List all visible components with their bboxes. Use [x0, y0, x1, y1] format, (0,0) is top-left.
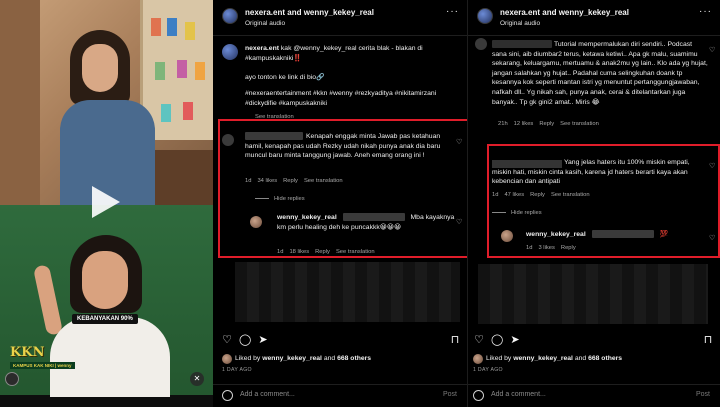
liked-by[interactable]: Liked by wenny_kekey_real and 668 others [235, 355, 371, 362]
video-player[interactable]: KEBANYAKAN 90% KKN KAMPUS KAK NIKI | wen… [0, 0, 213, 407]
avatar [473, 354, 483, 364]
post-panel-left: nexera.ent and wenny_kekey_real Original… [213, 0, 471, 407]
comment-text: Tutorial mempermalukan diri sendiri.. Po… [492, 40, 708, 107]
avatar[interactable] [222, 8, 238, 24]
post-date: 1 DAY AGO [222, 367, 252, 373]
post-date: 1 DAY AGO [473, 367, 503, 373]
avatar [222, 354, 232, 364]
post-header: nexera.ent and wenny_kekey_real Original… [213, 0, 467, 36]
see-translation-button[interactable]: See translation [560, 121, 599, 127]
emoji-icon[interactable] [222, 390, 233, 401]
kkn-subtitle: KAMPUS KAK NIKI | wenny [10, 362, 75, 369]
comment-likes[interactable]: 12 likes [514, 121, 534, 127]
liked-by[interactable]: Liked by wenny_kekey_real and 668 others [486, 355, 622, 362]
comment-meta: 21h 12 likes Reply See translation [498, 121, 605, 127]
post-button[interactable]: Post [443, 391, 457, 398]
heart-icon[interactable]: ♡ [473, 334, 485, 346]
video-caption: KEBANYAKAN 90% [72, 314, 138, 324]
user-icon[interactable] [5, 372, 19, 386]
comment-icon[interactable]: ◯ [239, 334, 251, 346]
audio-label[interactable]: Original audio [245, 20, 285, 27]
more-icon[interactable]: ··· [446, 6, 459, 17]
comment-box: Add a comment... Post [468, 384, 720, 406]
bookmark-icon[interactable]: ⊓ [702, 334, 714, 346]
highlight-box [218, 119, 471, 258]
avatar[interactable] [477, 8, 493, 24]
comment-time: 21h [498, 121, 508, 127]
door [0, 0, 40, 205]
blurred-username [492, 40, 552, 49]
more-icon[interactable]: ··· [699, 6, 712, 17]
bookmark-icon[interactable]: ⊓ [449, 334, 461, 346]
post-panel-right: nexera.ent and wenny_kekey_real Original… [467, 0, 720, 407]
heart-icon[interactable]: ♡ [221, 334, 233, 346]
caption-line2: ayo tonton ke link di bio🔗 [245, 74, 325, 81]
post-author[interactable]: nexera.ent and wenny_kekey_real [245, 8, 374, 17]
comment-body: Tutorial mempermalukan diri sendiri.. Po… [492, 41, 708, 106]
highlight-box [487, 144, 720, 258]
caption-user[interactable]: nexera.ent [245, 45, 279, 52]
avatar[interactable] [475, 38, 487, 50]
avatar[interactable] [222, 44, 238, 60]
post-button[interactable]: Post [696, 391, 710, 398]
blurred-comments [235, 262, 460, 322]
comment-box: Add a comment... Post [213, 384, 467, 406]
comment-icon[interactable]: ◯ [491, 334, 503, 346]
post-author[interactable]: nexera.ent and wenny_kekey_real [500, 8, 629, 17]
comment-input[interactable]: Add a comment... [491, 391, 546, 398]
reply-button[interactable]: Reply [539, 121, 554, 127]
play-icon[interactable] [92, 186, 120, 218]
video-frame-top [0, 0, 213, 205]
post-header: nexera.ent and wenny_kekey_real Original… [468, 0, 720, 36]
heart-icon[interactable]: ♡ [709, 46, 715, 54]
audio-label[interactable]: Original audio [500, 20, 540, 27]
mute-icon[interactable]: ✕ [190, 372, 204, 386]
post-actions: ♡ ◯ ➤ ⊓ [213, 334, 467, 348]
caption-hashtags: #nexeraentertainment #kkn #wenny #rezkya… [245, 90, 437, 107]
kkn-logo: KKN [10, 345, 45, 360]
post-caption: nexera.ent kak @wenny_kekey_real cerita … [245, 44, 460, 63]
post-actions: ♡ ◯ ➤ ⊓ [468, 334, 720, 348]
share-icon[interactable]: ➤ [257, 334, 269, 346]
blurred-comments [478, 264, 708, 324]
share-icon[interactable]: ➤ [509, 334, 521, 346]
table [150, 150, 213, 205]
woman-denim-vest [60, 30, 155, 205]
emoji-icon[interactable] [473, 390, 484, 401]
comment-input[interactable]: Add a comment... [240, 391, 295, 398]
